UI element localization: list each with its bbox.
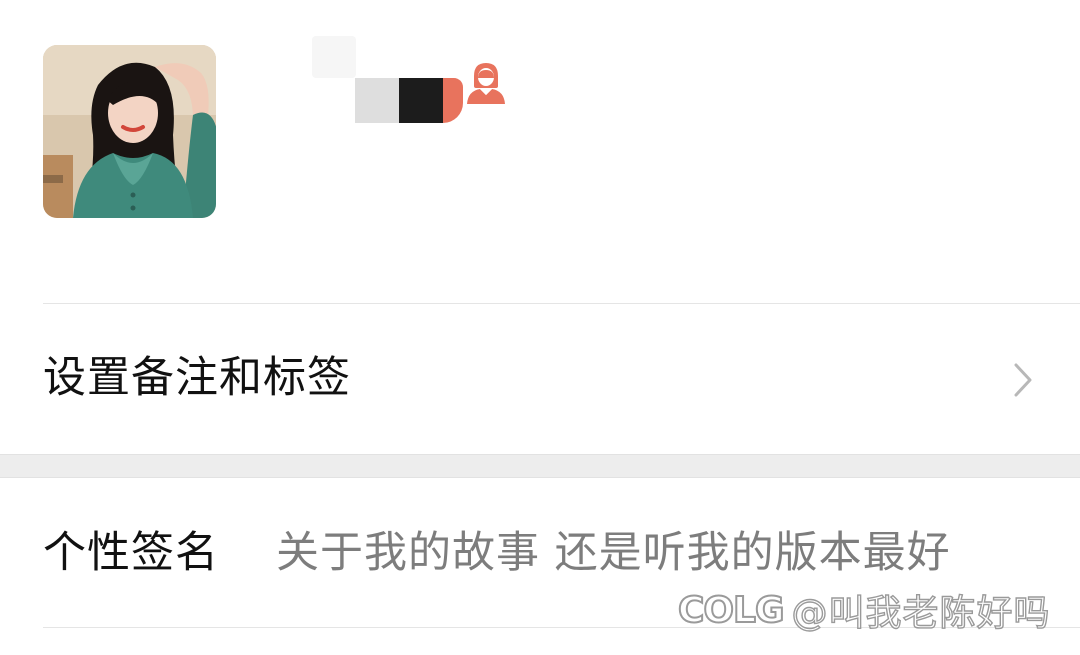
watermark: COLG @叫我老陈好吗 (677, 588, 1051, 635)
signature-label: 个性签名 (43, 528, 219, 578)
section-gap (0, 454, 1080, 478)
female-user-icon (467, 63, 505, 104)
watermark-logo: COLG (677, 589, 786, 632)
nickname-blur (312, 36, 356, 78)
profile-header (0, 0, 1080, 303)
chevron-right-icon (1014, 363, 1032, 397)
set-remark-and-tags-row[interactable]: 设置备注和标签 (0, 304, 1080, 454)
set-remark-label: 设置备注和标签 (43, 353, 351, 403)
avatar[interactable] (43, 45, 216, 218)
nickname-redacted (355, 78, 463, 123)
signature-value: 关于我的故事 还是听我的版本最好 (276, 528, 951, 578)
watermark-text: @叫我老陈好吗 (791, 592, 1051, 634)
